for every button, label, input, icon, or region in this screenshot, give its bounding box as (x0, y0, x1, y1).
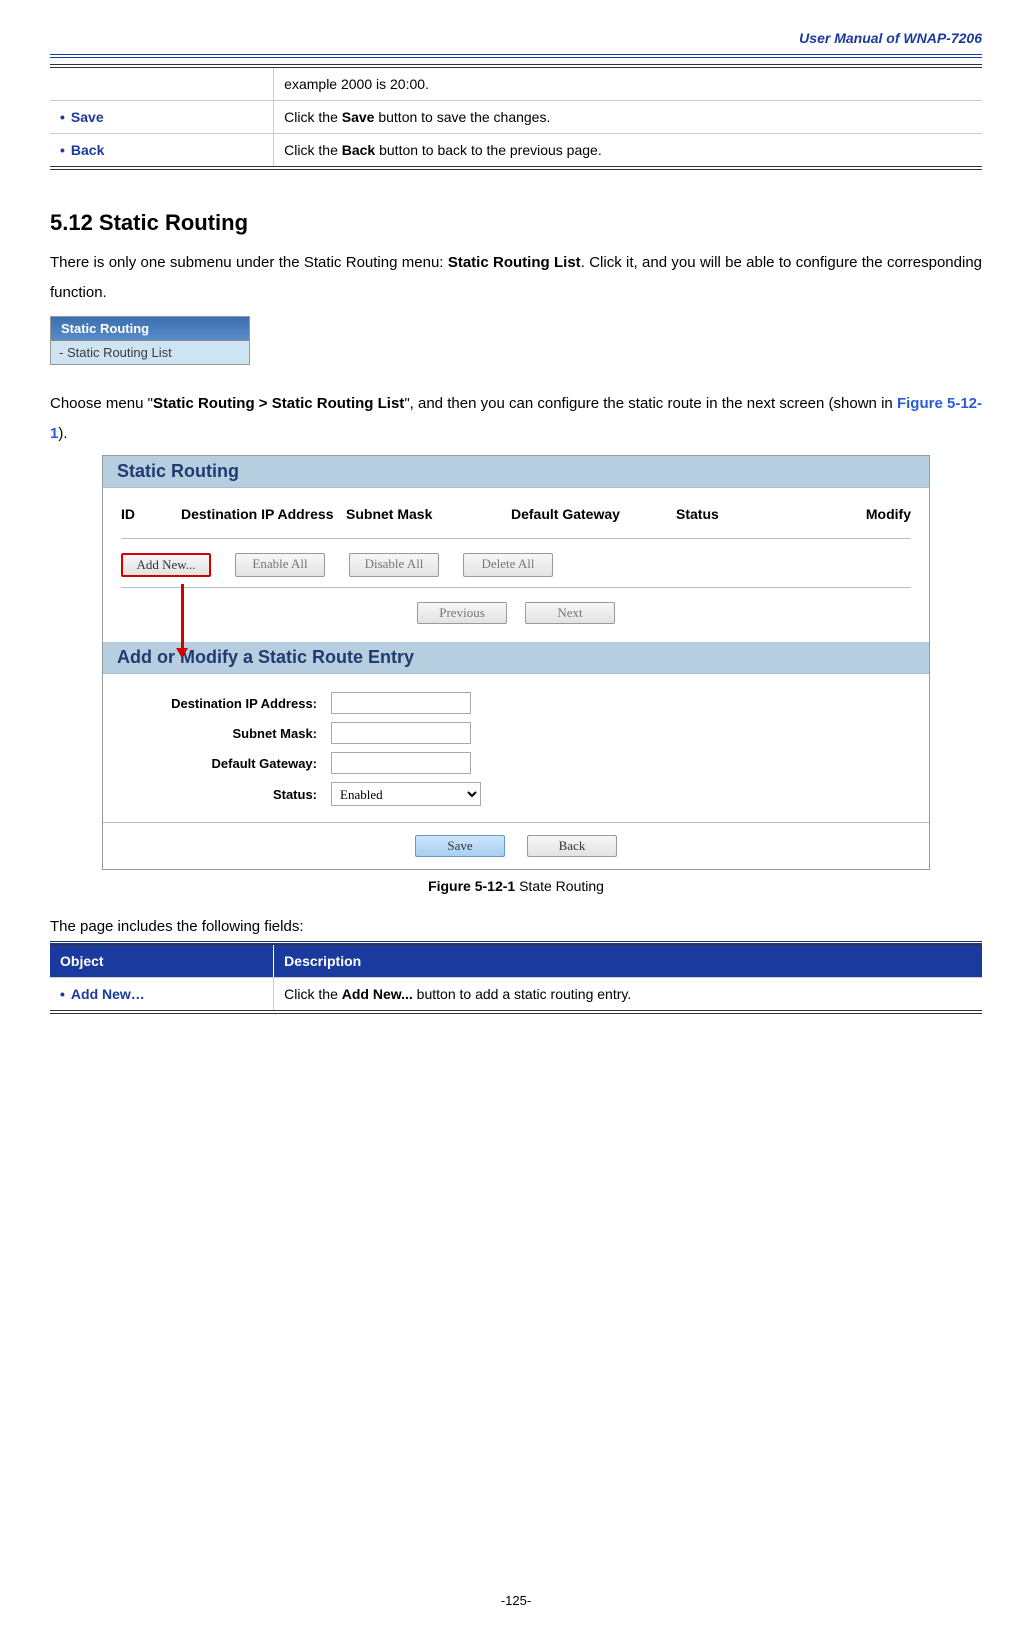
table-cell-label (50, 66, 274, 101)
status-label: Status: (121, 787, 331, 802)
col-dest: Destination IP Address (181, 506, 346, 522)
page-number: -125- (0, 1593, 1032, 1608)
page-header: User Manual of WNAP-7206 (50, 30, 982, 58)
table-cell-label: •Add New… (50, 978, 274, 1013)
form-row-mask: Subnet Mask: (121, 722, 911, 744)
bottom-table: Object Description •Add New… Click the A… (50, 941, 982, 1014)
menu-head: Static Routing (51, 317, 249, 341)
col-status: Status (676, 506, 841, 522)
th-desc: Description (274, 943, 982, 978)
next-button[interactable]: Next (525, 602, 615, 624)
subpanel-title: Add or Modify a Static Route Entry (103, 642, 929, 674)
form-row-status: Status: Enabled (121, 782, 911, 806)
arrow-icon (181, 584, 184, 656)
mask-input[interactable] (331, 722, 471, 744)
form-row-dest: Destination IP Address: (121, 692, 911, 714)
table-cell-label: •Back (50, 134, 274, 169)
table-cell-label: •Save (50, 101, 274, 134)
dest-input[interactable] (331, 692, 471, 714)
pagination-row: Previous Next (121, 588, 911, 632)
paragraph: Choose menu "Static Routing > Static Rou… (50, 389, 982, 449)
gw-input[interactable] (331, 752, 471, 774)
col-modify: Modify (841, 506, 911, 522)
enable-all-button[interactable]: Enable All (235, 553, 325, 577)
table-cell-desc: Click the Back button to back to the pre… (274, 134, 982, 169)
menu-screenshot: Static Routing - Static Routing List (50, 316, 250, 365)
fields-intro: The page includes the following fields: (50, 918, 982, 935)
button-row: Add New... Enable All Disable All Delete… (121, 539, 911, 588)
paragraph: There is only one submenu under the Stat… (50, 248, 982, 308)
th-object: Object (50, 943, 274, 978)
table-cell-desc: Click the Save button to save the change… (274, 101, 982, 134)
section-title: 5.12 Static Routing (50, 210, 982, 236)
figure-caption: Figure 5-12-1 State Routing (50, 878, 982, 894)
form-row-gw: Default Gateway: (121, 752, 911, 774)
table-row: example 2000 is 20:00. (50, 66, 982, 101)
save-button[interactable]: Save (415, 835, 505, 857)
table-row: •Back Click the Back button to back to t… (50, 134, 982, 169)
table-header-row: Object Description (50, 943, 982, 978)
mask-label: Subnet Mask: (121, 726, 331, 741)
column-headers: ID Destination IP Address Subnet Mask De… (121, 502, 911, 539)
save-back-row: Save Back (103, 823, 929, 869)
table-cell-desc: example 2000 is 20:00. (274, 66, 982, 101)
col-id: ID (121, 506, 181, 522)
panel-title: Static Routing (103, 456, 929, 488)
status-select[interactable]: Enabled (331, 782, 481, 806)
top-table: example 2000 is 20:00. •Save Click the S… (50, 64, 982, 170)
menu-item: - Static Routing List (51, 341, 249, 364)
col-gw: Default Gateway (511, 506, 676, 522)
add-new-button[interactable]: Add New... (121, 553, 211, 577)
previous-button[interactable]: Previous (417, 602, 507, 624)
col-mask: Subnet Mask (346, 506, 511, 522)
back-button[interactable]: Back (527, 835, 617, 857)
dest-label: Destination IP Address: (121, 696, 331, 711)
table-row: •Add New… Click the Add New... button to… (50, 978, 982, 1013)
table-row: •Save Click the Save button to save the … (50, 101, 982, 134)
gw-label: Default Gateway: (121, 756, 331, 771)
disable-all-button[interactable]: Disable All (349, 553, 439, 577)
delete-all-button[interactable]: Delete All (463, 553, 553, 577)
table-cell-desc: Click the Add New... button to add a sta… (274, 978, 982, 1013)
figure-screenshot: Static Routing ID Destination IP Address… (102, 455, 930, 870)
